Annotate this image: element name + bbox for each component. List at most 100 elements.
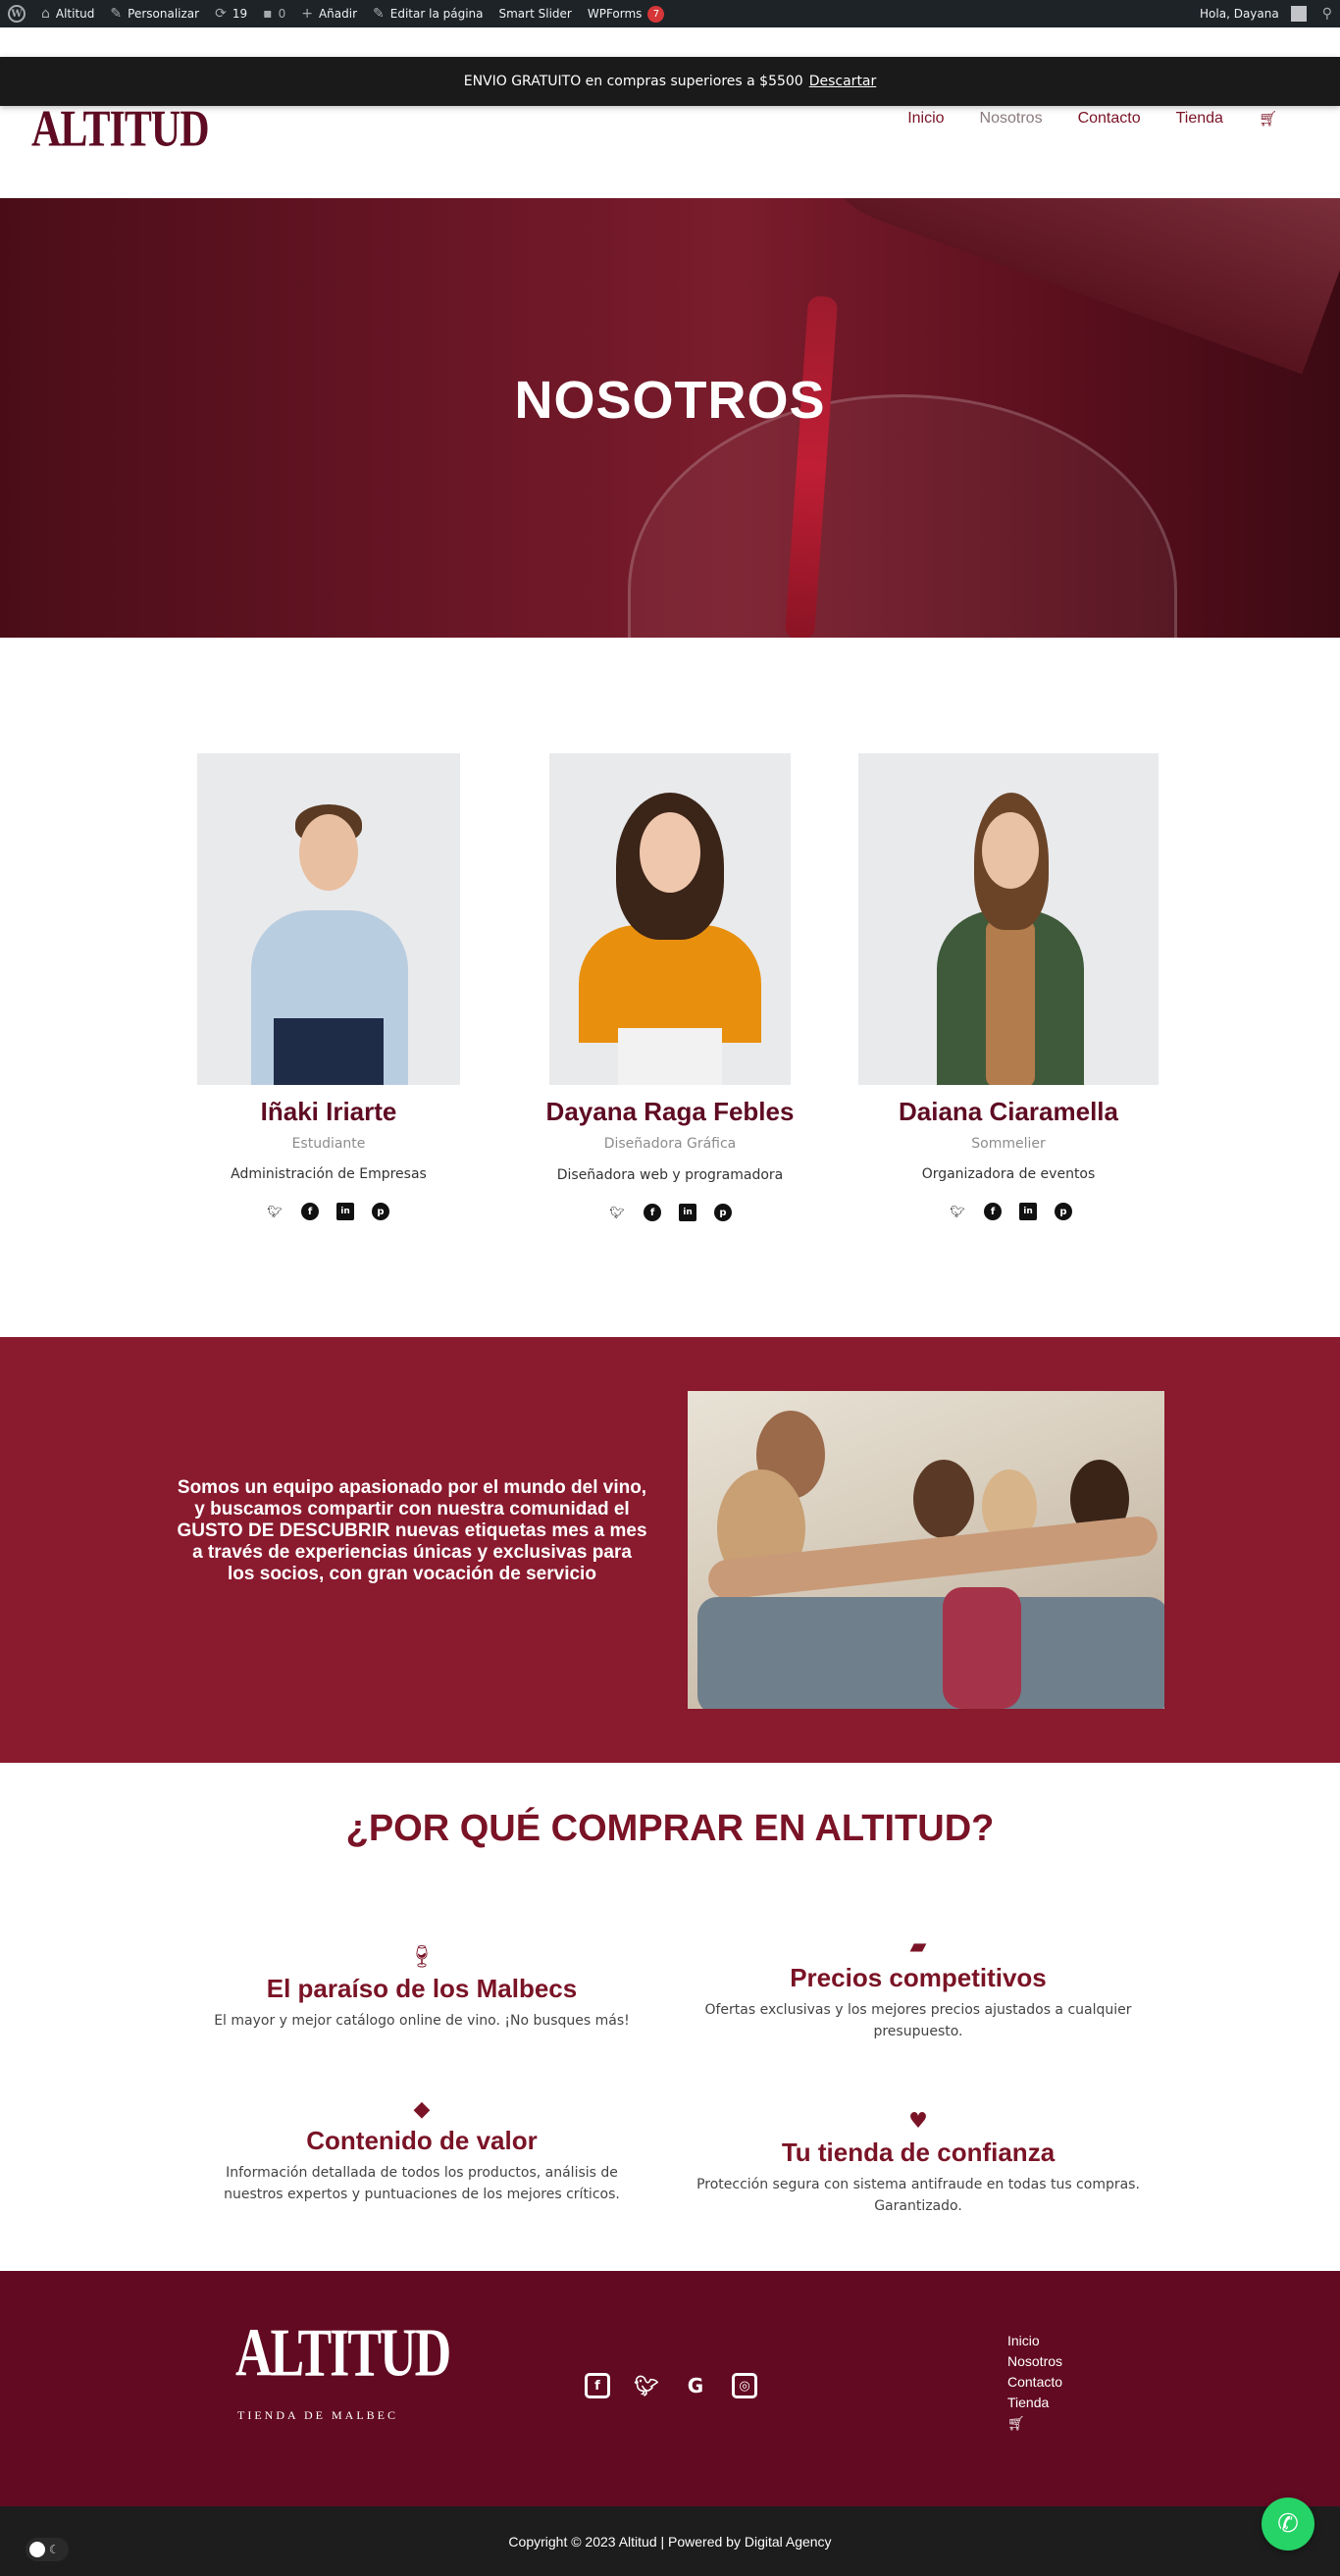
wp-logo-menu[interactable]: W	[0, 0, 33, 27]
member-role: Diseñadora Gráfica	[603, 1136, 737, 1152]
member-photo	[549, 753, 791, 1085]
store-notice: ENVIO GRATUITO en compras superiores a $…	[0, 57, 1340, 106]
wordpress-icon: W	[8, 5, 26, 23]
member-description: Diseñadora web y programadora	[556, 1167, 784, 1183]
member-description: Administración de Empresas	[231, 1166, 427, 1182]
facebook-icon[interactable]: f	[301, 1203, 319, 1220]
cart-icon[interactable]: 🛒︎	[1259, 110, 1277, 128]
wine-bottle-image	[785, 198, 1340, 375]
brush-icon: ✎	[110, 6, 123, 22]
wpforms-link[interactable]: WPForms 7	[580, 0, 673, 27]
member-role: Sommelier	[971, 1136, 1046, 1152]
twitter-icon[interactable]: 🐦︎	[949, 1203, 966, 1220]
feature-text: Protección segura con sistema antifraude…	[696, 2177, 1140, 2214]
site-footer: ALTITUD TIENDA DE MALBEC f 🐦︎ G ◎ Inicio…	[0, 2271, 1340, 2506]
pinterest-icon[interactable]: p	[1055, 1203, 1072, 1220]
account-menu[interactable]: Hola, Dayana	[1192, 0, 1314, 27]
search-icon: ⚲	[1321, 6, 1332, 22]
member-socials: 🐦︎ f in p	[266, 1203, 389, 1220]
whatsapp-button[interactable]: ✆	[1262, 2498, 1314, 2550]
toggle-knob	[29, 2542, 45, 2557]
edit-page-link[interactable]: ✎ Editar la página	[365, 0, 490, 27]
member-role: Estudiante	[291, 1136, 366, 1152]
copyright-bar: Copyright © 2023 Altitud | Powered by Di…	[0, 2506, 1340, 2576]
feature-title: Tu tienda de confianza	[781, 2138, 1056, 2167]
about-band: Somos un equipo apasionado por el mundo …	[0, 1337, 1340, 1763]
wpforms-badge: 7	[647, 5, 665, 23]
twitter-icon[interactable]: 🐦︎	[608, 1204, 626, 1221]
facebook-icon[interactable]: f	[984, 1203, 1002, 1220]
feature-card: ◆ Contenido de valor Información detalla…	[196, 2097, 647, 2205]
main-nav: Inicio Nosotros Contacto Tienda 🛒︎	[907, 110, 1277, 128]
moon-icon: ☾	[49, 2543, 60, 2556]
footer-nav-inicio[interactable]: Inicio	[1007, 2333, 1062, 2348]
copyright-text: Copyright © 2023 Altitud | Powered by Di…	[508, 2533, 832, 2550]
avatar	[1290, 6, 1307, 22]
facebook-icon[interactable]: f	[644, 1204, 661, 1221]
wine-glass-image	[628, 394, 1177, 638]
team-toast-photo	[688, 1391, 1164, 1709]
plus-icon: +	[301, 6, 313, 22]
feature-title: El paraíso de los Malbecs	[266, 1974, 578, 2003]
feature-card: 🍷︎ El paraíso de los Malbecs El mayor y …	[196, 1945, 647, 2032]
comment-icon: ▪	[263, 6, 273, 22]
feature-text: El mayor y mejor catálogo online de vino…	[214, 2013, 630, 2029]
pinterest-icon[interactable]: p	[714, 1204, 732, 1221]
linkedin-icon[interactable]: in	[336, 1203, 354, 1220]
site-header: ALTITUD Inicio Nosotros Contacto Tienda …	[0, 27, 1340, 198]
instagram-icon[interactable]: ◎	[732, 2373, 757, 2398]
wine-glass-icon: 🍷︎	[408, 1945, 436, 1970]
nav-tienda[interactable]: Tienda	[1176, 110, 1223, 128]
dismiss-notice-link[interactable]: Descartar	[809, 74, 877, 89]
footer-cart-icon[interactable]: 🛒︎	[1007, 2415, 1062, 2432]
nav-contacto[interactable]: Contacto	[1078, 110, 1141, 128]
member-name: Iñaki Iriarte	[260, 1097, 397, 1126]
site-name-menu[interactable]: ⌂ Altitud	[33, 0, 102, 27]
footer-nav-contacto[interactable]: Contacto	[1007, 2374, 1062, 2390]
add-new-menu[interactable]: + Añadir	[293, 0, 365, 27]
nav-inicio[interactable]: Inicio	[907, 110, 944, 128]
feature-card: ▰ Precios competitivos Ofertas exclusiva…	[693, 1934, 1144, 2042]
twitter-icon[interactable]: 🐦︎	[634, 2373, 659, 2398]
hero-banner: NOSOTROS	[0, 198, 1340, 638]
member-description: Organizadora de eventos	[921, 1166, 1096, 1182]
smart-slider-link[interactable]: Smart Slider	[491, 0, 580, 27]
heart-check-icon: ♥	[908, 2109, 928, 2134]
customize-link[interactable]: ✎ Personalizar	[102, 0, 207, 27]
site-logo[interactable]: ALTITUD	[31, 104, 210, 156]
footer-logo[interactable]: ALTITUD	[235, 2319, 451, 2389]
feature-text: Ofertas exclusivas y los mejores precios…	[704, 2002, 1132, 2039]
admin-search-button[interactable]: ⚲	[1314, 0, 1340, 27]
pencil-icon: ✎	[373, 6, 385, 22]
footer-tagline: TIENDA DE MALBEC	[237, 2408, 398, 2422]
whatsapp-icon: ✆	[1277, 2509, 1299, 2539]
notice-text: ENVIO GRATUITO en compras superiores a $…	[463, 74, 803, 89]
admin-bar: W ⌂ Altitud ✎ Personalizar ⟳ 19 ▪ 0 + Añadir …	[0, 0, 1340, 27]
twitter-icon[interactable]: 🐦︎	[266, 1203, 283, 1220]
footer-nav-nosotros[interactable]: Nosotros	[1007, 2353, 1062, 2369]
feature-text: Información detallada de todos los produ…	[224, 2165, 620, 2202]
linkedin-icon[interactable]: in	[679, 1204, 696, 1221]
feature-title: Precios competitivos	[790, 1963, 1047, 1992]
footer-socials: f 🐦︎ G ◎	[585, 2373, 757, 2398]
dark-mode-toggle[interactable]: ☾	[26, 2538, 69, 2561]
page-title: NOSOTROS	[514, 371, 826, 430]
member-socials: 🐦︎ f in p	[949, 1203, 1072, 1220]
comments-link[interactable]: ▪ 0	[255, 0, 293, 27]
wallet-icon: ▰	[909, 1934, 927, 1959]
member-name: Daiana Ciaramella	[898, 1097, 1118, 1126]
pinterest-icon[interactable]: p	[372, 1203, 389, 1220]
feature-card: ♥ Tu tienda de confianza Protección segu…	[693, 2109, 1144, 2217]
linkedin-icon[interactable]: in	[1019, 1203, 1037, 1220]
why-title: ¿POR QUÉ COMPRAR EN ALTITUD?	[345, 1808, 995, 1849]
facebook-icon[interactable]: f	[585, 2373, 610, 2398]
member-name: Dayana Raga Febles	[545, 1097, 795, 1126]
footer-nav-tienda[interactable]: Tienda	[1007, 2395, 1062, 2410]
footer-nav: Inicio Nosotros Contacto Tienda 🛒︎	[1007, 2333, 1062, 2432]
feature-title: Contenido de valor	[306, 2126, 538, 2155]
diamond-icon: ◆	[413, 2097, 431, 2122]
google-icon[interactable]: G	[683, 2373, 708, 2398]
member-photo	[858, 753, 1159, 1085]
updates-link[interactable]: ⟳ 19	[207, 0, 255, 27]
nav-nosotros[interactable]: Nosotros	[980, 110, 1043, 128]
